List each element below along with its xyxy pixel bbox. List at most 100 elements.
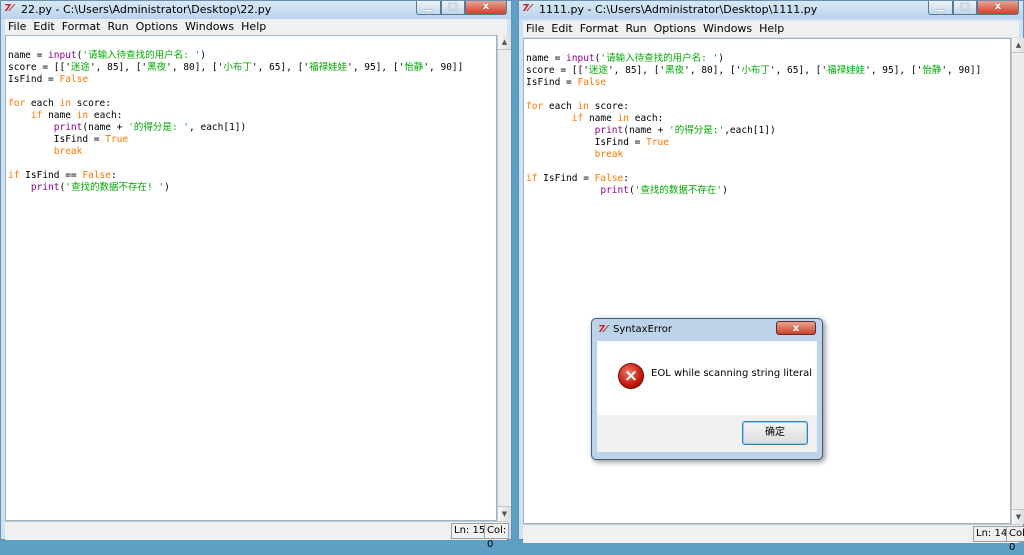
left-titlebar[interactable]: 7⁄ 22.py - C:\Users\Administrator\Deskto… xyxy=(1,1,511,19)
code-line[interactable]: for each in score: xyxy=(8,98,496,110)
code-line[interactable]: name = input('请输入待查找的用户名: ') xyxy=(526,53,1010,65)
code-line[interactable]: break xyxy=(8,146,496,158)
code-token: input xyxy=(566,53,595,64)
menu-format[interactable]: Format xyxy=(59,19,105,33)
code-line[interactable]: break xyxy=(526,149,1010,161)
tk-feather-icon: 7⁄ xyxy=(598,324,607,335)
code-token: ', 65], [' xyxy=(251,62,310,73)
close-button[interactable]: x xyxy=(977,1,1019,15)
menu-run[interactable]: Run xyxy=(105,19,133,33)
code-token: '查找的数据不存在! ' xyxy=(65,182,165,193)
error-icon: × xyxy=(618,363,644,389)
minimize-icon: ▁ xyxy=(936,1,945,12)
code-token: if xyxy=(8,170,20,181)
code-line[interactable]: print('查找的数据不存在') xyxy=(526,185,1010,197)
scroll-down-icon[interactable]: ▼ xyxy=(498,506,511,521)
menu-edit[interactable]: Edit xyxy=(548,21,576,35)
left-vertical-scrollbar[interactable]: ▲ ▼ xyxy=(497,35,511,521)
code-token: ', 85], [' xyxy=(89,62,148,73)
left-editor-window: 7⁄ 22.py - C:\Users\Administrator\Deskto… xyxy=(0,0,512,550)
code-token: input xyxy=(48,50,77,61)
code-line[interactable]: if name in each: xyxy=(8,110,496,122)
code-token: ', 90]] xyxy=(941,65,982,76)
code-line[interactable]: score = [['迷途', 85], ['黑夜', 80], ['小布丁',… xyxy=(8,62,496,74)
scroll-up-icon[interactable]: ▲ xyxy=(498,35,511,50)
menu-file[interactable]: File xyxy=(523,21,548,35)
code-token: in xyxy=(76,110,89,121)
menu-help[interactable]: Help xyxy=(238,19,270,33)
code-token: '的得分是: ' xyxy=(128,122,190,133)
code-line[interactable]: print(name + '的得分是: ', each[1]) xyxy=(8,122,496,134)
menu-format[interactable]: Format xyxy=(577,21,623,35)
right-titlebar[interactable]: 7⁄ 1111.py - C:\Users\Administrator\Desk… xyxy=(519,1,1023,19)
code-line[interactable] xyxy=(8,86,496,98)
code-token: 怡静 xyxy=(404,62,424,73)
code-line[interactable]: IsFind = False xyxy=(8,74,496,86)
code-token: 怡静 xyxy=(922,65,942,76)
menu-windows[interactable]: Windows xyxy=(182,19,238,33)
code-token: 迷途 xyxy=(588,65,608,76)
code-token: break xyxy=(594,149,624,160)
close-button[interactable]: x xyxy=(465,1,507,15)
code-line[interactable]: for each in score: xyxy=(526,101,1010,113)
tk-feather-icon: 7⁄ xyxy=(4,3,13,14)
code-token: score: xyxy=(588,101,629,112)
menu-windows[interactable]: Windows xyxy=(700,21,756,35)
code-token: False xyxy=(577,77,607,88)
menu-options[interactable]: Options xyxy=(651,21,700,35)
maximize-icon: □ xyxy=(448,1,458,12)
code-line[interactable]: IsFind = True xyxy=(526,137,1010,149)
scroll-up-icon[interactable]: ▲ xyxy=(1012,38,1024,53)
code-token: for xyxy=(8,98,26,109)
code-line[interactable] xyxy=(8,158,496,170)
maximize-icon: □ xyxy=(960,1,970,12)
scroll-down-icon[interactable]: ▼ xyxy=(1012,509,1024,524)
code-line[interactable]: if IsFind = False: xyxy=(526,173,1010,185)
menu-help[interactable]: Help xyxy=(756,21,788,35)
code-line[interactable]: if IsFind == False: xyxy=(8,170,496,182)
code-token: IsFind = xyxy=(537,173,595,184)
menu-file[interactable]: File xyxy=(5,19,30,33)
code-line[interactable]: score = [['迷途', 85], ['黑夜', 80], ['小布丁',… xyxy=(526,65,1010,77)
minimize-button[interactable]: ▁ xyxy=(928,1,953,15)
code-token: '查找的数据不存在' xyxy=(634,185,723,196)
menu-edit[interactable]: Edit xyxy=(30,19,58,33)
dialog-title: SyntaxError xyxy=(613,324,672,335)
code-token: print xyxy=(600,185,629,196)
dialog-body: × EOL while scanning string literal xyxy=(597,341,817,415)
maximize-button[interactable]: □ xyxy=(441,1,465,15)
code-line[interactable] xyxy=(526,89,1010,101)
code-line[interactable]: print(name + '的得分是:',each[1]) xyxy=(526,125,1010,137)
left-code-editor[interactable]: name = input('请输入待查找的用户名: ') score = [['迷… xyxy=(5,35,497,521)
code-line[interactable]: IsFind = True xyxy=(8,134,496,146)
right-vertical-scrollbar[interactable]: ▲ ▼ xyxy=(1011,38,1024,524)
maximize-button[interactable]: □ xyxy=(953,1,977,15)
menu-options[interactable]: Options xyxy=(133,19,182,33)
left-code-text[interactable]: name = input('请输入待查找的用户名: ') score = [['迷… xyxy=(6,36,496,194)
minimize-icon: ▁ xyxy=(424,1,433,12)
code-line[interactable] xyxy=(526,161,1010,173)
code-line[interactable]: if name in each: xyxy=(526,113,1010,125)
code-line[interactable]: name = input('请输入待查找的用户名: ') xyxy=(8,50,496,62)
code-line[interactable]: print('查找的数据不存在! ') xyxy=(8,182,496,194)
code-token: ', 65], [' xyxy=(769,65,828,76)
code-token: ) xyxy=(164,182,170,193)
syntax-error-dialog: 7⁄ SyntaxError x × EOL while scanning st… xyxy=(591,318,823,460)
dialog-close-button[interactable]: x xyxy=(776,321,816,335)
error-message: EOL while scanning string literal xyxy=(651,368,813,379)
code-token: ', 90]] xyxy=(423,62,464,73)
code-token: '请输入待查找的用户名: ' xyxy=(600,53,719,64)
code-token: name = xyxy=(8,50,49,61)
ok-button[interactable]: 确定 xyxy=(742,421,808,445)
menu-run[interactable]: Run xyxy=(623,21,651,35)
right-code-text[interactable]: name = input('请输入待查找的用户名: ') score = [['迷… xyxy=(524,39,1010,197)
code-token: True xyxy=(105,134,129,145)
code-token: ,each[1]) xyxy=(724,125,776,136)
code-line[interactable]: IsFind = False xyxy=(526,77,1010,89)
minimize-button[interactable]: ▁ xyxy=(416,1,441,15)
